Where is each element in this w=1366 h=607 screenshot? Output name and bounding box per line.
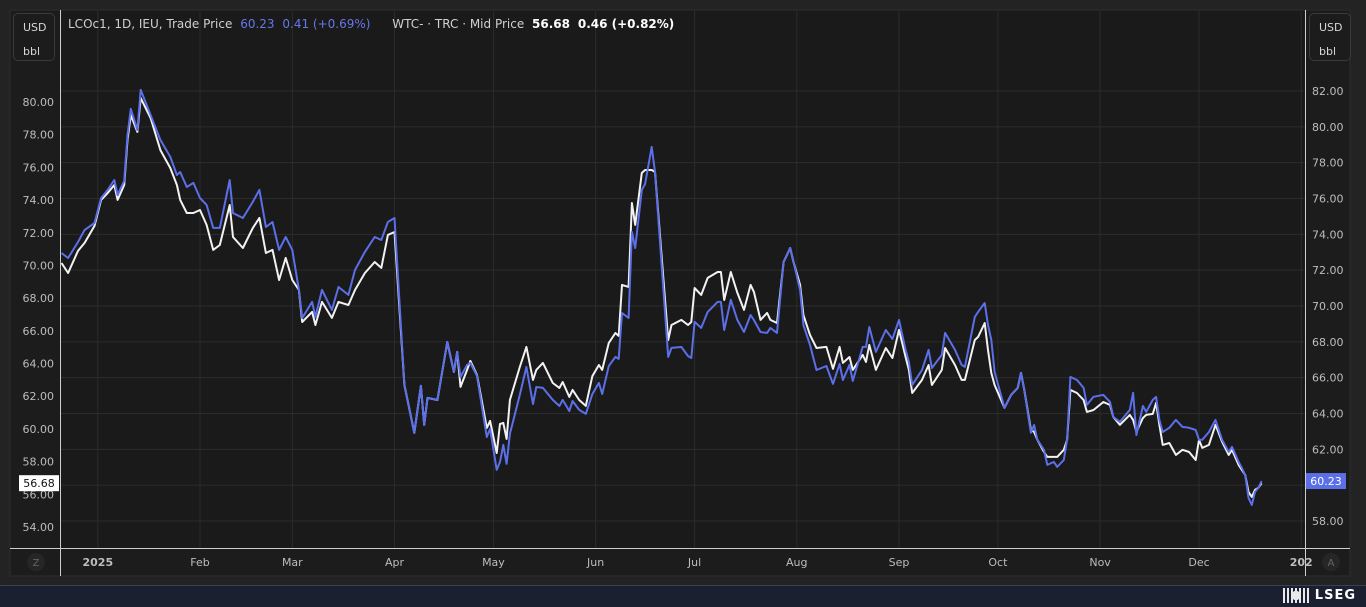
left-tick-label: 62.00 xyxy=(23,390,55,403)
x-tick-label: Feb xyxy=(190,556,209,569)
x-tick-label: Nov xyxy=(1089,556,1111,569)
crest-icon xyxy=(1282,588,1309,603)
right-tick-label: 82.00 xyxy=(1312,85,1344,98)
legend-wtc-last: 56.68 xyxy=(532,17,571,31)
left-unit: bbl xyxy=(23,45,41,58)
x-tick-label: Jun xyxy=(586,556,604,569)
left-tick-label: 66.00 xyxy=(23,325,55,338)
plot-area[interactable] xyxy=(61,11,1305,548)
left-tick-label: 68.00 xyxy=(23,292,55,305)
left-currency: USD xyxy=(23,21,47,34)
left-last-price-label: 56.68 xyxy=(19,475,59,492)
logo-text: LSEG xyxy=(1314,588,1356,603)
x-tick-label: 202 xyxy=(1290,556,1313,569)
right-unit-selector[interactable]: USD bbl xyxy=(1309,13,1351,61)
right-tick-label: 64.00 xyxy=(1312,408,1344,421)
x-tick-label: Sep xyxy=(889,556,910,569)
reset-zoom-button[interactable]: Z xyxy=(27,553,45,571)
left-tick-label: 60.00 xyxy=(23,423,55,436)
x-tick-label: May xyxy=(482,556,505,569)
x-tick-label: Jul xyxy=(687,556,701,569)
left-unit-selector[interactable]: USD bbl xyxy=(13,13,55,61)
legend-wtc-name[interactable]: WTC- · TRC · Mid Price xyxy=(392,17,524,31)
price-chart: 54.0056.0058.0060.0062.0064.0066.0068.00… xyxy=(9,9,1351,577)
left-tick-label: 58.00 xyxy=(23,456,55,469)
left-tick-label: 54.00 xyxy=(23,521,55,534)
chart-legend: LCOc1, 1D, IEU, Trade Price 60.23 0.41 (… xyxy=(68,17,678,31)
left-tick-label: 80.00 xyxy=(23,96,55,109)
right-tick-label: 72.00 xyxy=(1312,264,1344,277)
footer-bar: LSEG xyxy=(0,585,1366,607)
svg-text:A: A xyxy=(1328,558,1335,569)
legend-lco-last: 60.23 xyxy=(240,17,275,31)
right-tick-label: 76.00 xyxy=(1312,193,1344,206)
x-tick-label: 2025 xyxy=(82,556,113,569)
right-tick-label: 58.00 xyxy=(1312,515,1344,528)
right-currency: USD xyxy=(1319,21,1343,34)
left-tick-label: 74.00 xyxy=(23,194,55,207)
x-tick-label: Mar xyxy=(282,556,303,569)
svg-text:Z: Z xyxy=(33,558,40,569)
right-tick-label: 78.00 xyxy=(1312,157,1344,170)
right-tick-label: 68.00 xyxy=(1312,336,1344,349)
right-last-price-label: 60.23 xyxy=(1306,473,1346,490)
left-tick-label: 70.00 xyxy=(23,259,55,272)
svg-text:60.23: 60.23 xyxy=(1310,475,1342,488)
right-unit: bbl xyxy=(1319,45,1337,58)
left-tick-label: 76.00 xyxy=(23,161,55,174)
right-tick-label: 66.00 xyxy=(1312,372,1344,385)
left-tick-label: 78.00 xyxy=(23,129,55,142)
right-tick-label: 80.00 xyxy=(1312,121,1344,134)
x-tick-label: Aug xyxy=(786,556,807,569)
auto-scale-button[interactable]: A xyxy=(1322,553,1340,571)
right-tick-label: 62.00 xyxy=(1312,443,1344,456)
x-tick-label: Apr xyxy=(385,556,405,569)
right-tick-label: 70.00 xyxy=(1312,300,1344,313)
svg-text:56.68: 56.68 xyxy=(23,477,55,490)
legend-wtc-change: 0.46 (+0.82%) xyxy=(577,17,675,31)
x-tick-label: Dec xyxy=(1188,556,1209,569)
legend-lco-change: 0.41 (+0.69%) xyxy=(282,17,371,31)
right-tick-label: 74.00 xyxy=(1312,228,1344,241)
left-tick-label: 72.00 xyxy=(23,227,55,240)
left-tick-label: 64.00 xyxy=(23,358,55,371)
legend-lco-name[interactable]: LCOc1, 1D, IEU, Trade Price xyxy=(68,17,232,31)
lseg-logo: LSEG xyxy=(1282,588,1356,603)
x-tick-label: Oct xyxy=(988,556,1008,569)
